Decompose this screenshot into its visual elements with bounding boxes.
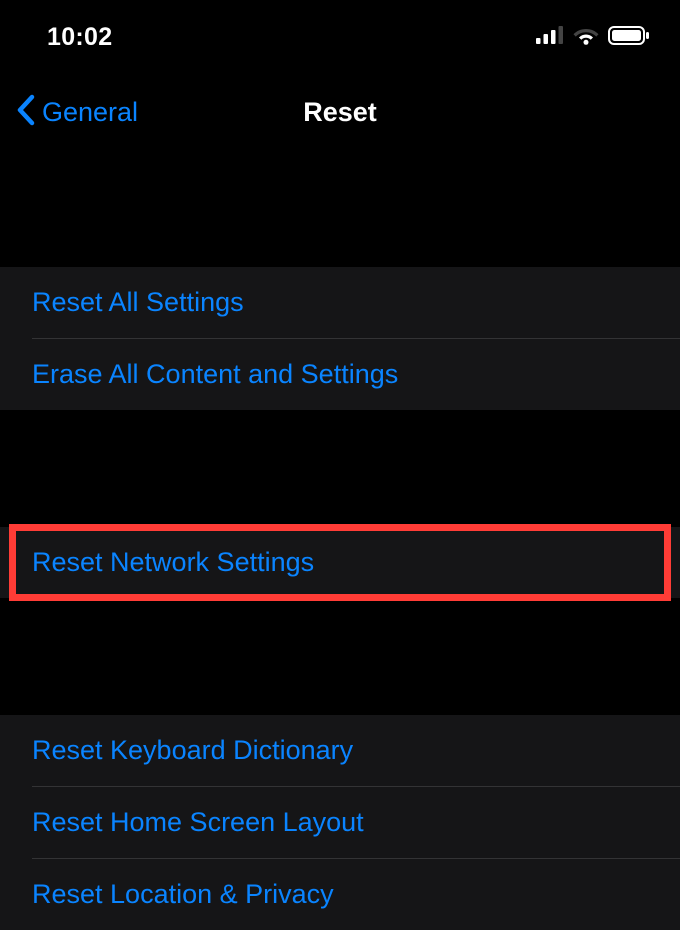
erase-all-content-row[interactable]: Erase All Content and Settings (0, 339, 680, 410)
reset-home-screen-layout-row[interactable]: Reset Home Screen Layout (0, 787, 680, 858)
wifi-icon (573, 26, 599, 50)
row-label: Erase All Content and Settings (32, 359, 398, 390)
section-spacer (0, 150, 680, 210)
back-button[interactable]: General (16, 94, 138, 131)
reset-location-privacy-row[interactable]: Reset Location & Privacy (0, 859, 680, 930)
settings-group-2: Reset Network Settings (0, 527, 680, 598)
reset-network-settings-row[interactable]: Reset Network Settings (0, 527, 680, 598)
chevron-left-icon (16, 94, 36, 131)
nav-bar: General Reset (0, 75, 680, 150)
status-icons (536, 26, 650, 50)
row-label: Reset All Settings (32, 287, 244, 318)
cellular-signal-icon (536, 26, 564, 49)
section-spacer (0, 410, 680, 470)
reset-all-settings-row[interactable]: Reset All Settings (0, 267, 680, 338)
row-label: Reset Location & Privacy (32, 879, 334, 910)
reset-keyboard-dictionary-row[interactable]: Reset Keyboard Dictionary (0, 715, 680, 786)
settings-group-3: Reset Keyboard Dictionary Reset Home Scr… (0, 715, 680, 930)
settings-group-1: Reset All Settings Erase All Content and… (0, 267, 680, 410)
back-label: General (42, 97, 138, 128)
battery-icon (608, 26, 650, 50)
row-label: Reset Home Screen Layout (32, 807, 364, 838)
status-bar: 10:02 (0, 0, 680, 75)
status-time: 10:02 (47, 23, 112, 52)
row-label: Reset Network Settings (32, 547, 314, 578)
nav-title: Reset (303, 97, 377, 128)
row-label: Reset Keyboard Dictionary (32, 735, 353, 766)
section-spacer (0, 598, 680, 658)
